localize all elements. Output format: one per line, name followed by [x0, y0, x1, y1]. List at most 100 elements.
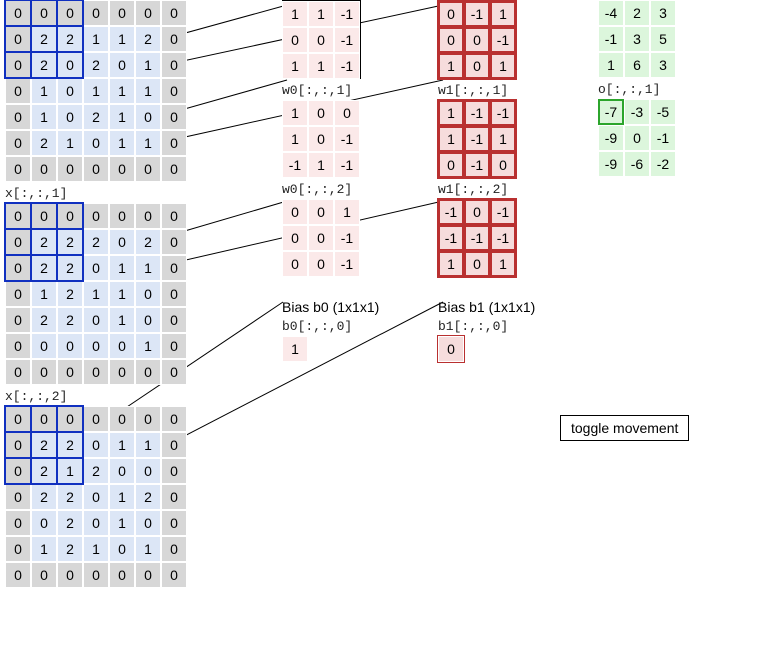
- w0-cell: 1: [282, 100, 308, 126]
- w1-cell: -1: [490, 27, 516, 53]
- x-cell: 0: [5, 130, 31, 156]
- x-cell: 0: [161, 510, 187, 536]
- o-cell: -2: [650, 151, 676, 177]
- x-cell: 0: [135, 156, 161, 182]
- x-cell: 0: [57, 203, 83, 229]
- x-cell: 1: [31, 536, 57, 562]
- x-cell: 0: [109, 458, 135, 484]
- w0-cell: 1: [282, 126, 308, 152]
- x-cell: 1: [83, 281, 109, 307]
- x-cell: 2: [57, 432, 83, 458]
- x-cell: 2: [31, 26, 57, 52]
- x-cell: 0: [57, 104, 83, 130]
- w0-cell: 0: [308, 199, 334, 225]
- x-cell: 0: [5, 536, 31, 562]
- x-cell: 0: [31, 333, 57, 359]
- bias-b0: 1: [282, 336, 308, 362]
- x-cell: 2: [31, 484, 57, 510]
- w0-cell: 1: [308, 53, 334, 79]
- o-cell: 6: [624, 52, 650, 78]
- x-cell: 0: [135, 458, 161, 484]
- w1-cell: 1: [490, 251, 516, 277]
- o-cell: 0: [624, 125, 650, 151]
- toggle-movement-button[interactable]: toggle movement: [560, 415, 689, 441]
- x-cell: 0: [135, 510, 161, 536]
- x-cell: 0: [83, 307, 109, 333]
- x-cell: 1: [31, 104, 57, 130]
- x-cell: 0: [57, 333, 83, 359]
- x-cell: 2: [135, 229, 161, 255]
- w0-cell: 0: [308, 27, 334, 53]
- x-cell: 2: [31, 130, 57, 156]
- x-cell: 0: [5, 281, 31, 307]
- w1-cell: 1: [490, 53, 516, 79]
- o-cell: -7: [598, 99, 624, 125]
- x-cell: 2: [31, 307, 57, 333]
- x-cell: 2: [83, 104, 109, 130]
- w1-cell: 0: [464, 53, 490, 79]
- x-cell: 2: [31, 458, 57, 484]
- x-cell: 1: [31, 281, 57, 307]
- w0-cell: -1: [334, 251, 360, 277]
- w1-cell: -1: [464, 1, 490, 27]
- x-cell: 1: [135, 52, 161, 78]
- w1-cell: -1: [490, 199, 516, 225]
- w1-cell: 0: [438, 152, 464, 178]
- x-cell: 2: [31, 52, 57, 78]
- o-cell: 3: [624, 26, 650, 52]
- x-cell: 2: [135, 26, 161, 52]
- x-cell: 0: [135, 307, 161, 333]
- x-cell: 0: [31, 510, 57, 536]
- o-cell: -1: [650, 125, 676, 151]
- x-cell: 0: [161, 333, 187, 359]
- o-cell: 3: [650, 0, 676, 26]
- x-cell: 0: [135, 406, 161, 432]
- o-cell: 5: [650, 26, 676, 52]
- w1-cell: -1: [464, 152, 490, 178]
- x-cell: 2: [57, 510, 83, 536]
- w1-cell: 1: [438, 251, 464, 277]
- x-cell: 0: [31, 0, 57, 26]
- w0-cell: -1: [334, 27, 360, 53]
- x-cell: 2: [31, 255, 57, 281]
- x-cell: 0: [83, 359, 109, 385]
- w0-cell: 1: [308, 1, 334, 27]
- bias-b1: 0: [438, 336, 464, 362]
- bias-b0-label: b0[:,:,0]: [282, 319, 379, 334]
- o-cell: -9: [598, 151, 624, 177]
- x-cell: 0: [135, 562, 161, 588]
- w0-cell: 0: [282, 27, 308, 53]
- bias-b0-title: Bias b0 (1x1x1): [282, 299, 379, 315]
- x-cell: 0: [5, 307, 31, 333]
- x-cell: 0: [109, 536, 135, 562]
- input-label-2: x[:,:,2]: [5, 389, 187, 404]
- x-cell: 2: [57, 281, 83, 307]
- x-cell: 1: [109, 432, 135, 458]
- w1-slice-0: 0-11 00-1 101: [438, 0, 516, 79]
- w1-slice-2: -10-1 -1-1-1 101: [438, 199, 516, 277]
- w1-cell: 1: [490, 126, 516, 152]
- x-cell: 0: [83, 255, 109, 281]
- w0-cell: 0: [308, 100, 334, 126]
- x-cell: 0: [5, 78, 31, 104]
- x-cell: 0: [83, 432, 109, 458]
- w1-label-1: w1[:,:,1]: [438, 83, 535, 98]
- w1-cell: -1: [490, 100, 516, 126]
- x-cell: 0: [109, 333, 135, 359]
- x-cell: 1: [57, 130, 83, 156]
- w1-label-2: w1[:,:,2]: [438, 182, 535, 197]
- x-cell: 2: [57, 536, 83, 562]
- x-cell: 0: [161, 26, 187, 52]
- x-cell: 0: [83, 130, 109, 156]
- x-cell: 0: [83, 510, 109, 536]
- x-cell: 2: [57, 26, 83, 52]
- w1-cell: 0: [464, 199, 490, 225]
- output-label-1: o[:,:,1]: [598, 82, 676, 97]
- x-cell: 0: [135, 203, 161, 229]
- x-cell: 2: [57, 229, 83, 255]
- x-cell: 0: [161, 52, 187, 78]
- x-cell: 0: [31, 406, 57, 432]
- w1-cell: 1: [438, 126, 464, 152]
- x-cell: 2: [83, 52, 109, 78]
- w0-cell: 0: [282, 225, 308, 251]
